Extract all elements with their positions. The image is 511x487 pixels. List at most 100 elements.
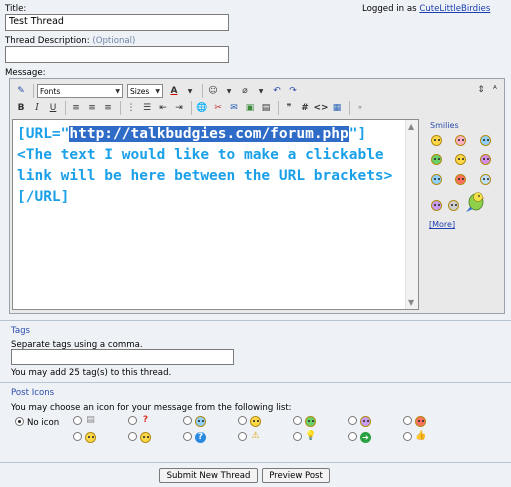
post-icon-radio[interactable] [403, 416, 412, 425]
smiley-smile-icon[interactable] [480, 135, 491, 146]
toolbar-divider [349, 101, 350, 115]
align-right-icon[interactable]: ≡ [101, 101, 115, 115]
italic-button[interactable]: I [30, 101, 44, 115]
title-input[interactable]: Test Thread [5, 14, 229, 31]
smiley-wink-icon[interactable] [455, 135, 466, 146]
underline-button[interactable]: U [46, 101, 60, 115]
divider [0, 382, 511, 383]
scroll-down-icon[interactable]: ▼ [408, 298, 414, 307]
chevron-down-icon[interactable]: ▼ [254, 84, 268, 98]
php-icon[interactable]: ▦ [330, 101, 344, 115]
post-icon-radio[interactable] [238, 416, 247, 425]
undo-icon[interactable]: ↶ [270, 84, 284, 98]
indent-icon[interactable]: ⇥ [172, 101, 186, 115]
outdent-icon[interactable]: ⇤ [156, 101, 170, 115]
redo-icon[interactable]: ↷ [286, 84, 300, 98]
toolbar-row-2: B I U ≡ ≡ ≡ ⋮ ☰ ⇤ ⇥ 🌐 ✂ ✉ ▣ ▤ ❞ # <> ▦ ∘ [14, 101, 369, 115]
tags-input[interactable] [11, 349, 234, 365]
post-icon-radio[interactable] [348, 416, 357, 425]
insert-link-icon[interactable]: 🌐 [195, 101, 209, 115]
budgie-smiley-icon[interactable] [464, 191, 492, 213]
smile-icon [195, 416, 206, 427]
smiley-mad-icon[interactable] [455, 174, 466, 185]
chevron-down-icon: ▼ [155, 87, 160, 95]
remove-formatting-icon[interactable]: ᴬ [488, 83, 502, 97]
smiley-eek-icon[interactable] [431, 200, 442, 211]
html-icon[interactable]: <> [313, 101, 328, 115]
align-center-icon[interactable]: ≡ [85, 101, 99, 115]
insert-email-icon[interactable]: ✉ [227, 101, 241, 115]
arrow-right-icon: ➔ [360, 432, 371, 443]
warning-icon: ⚠ [251, 431, 260, 441]
post-icon-radio[interactable] [128, 416, 137, 425]
post-icon-radio[interactable] [348, 432, 357, 441]
align-left-icon[interactable]: ≡ [69, 101, 83, 115]
smiley-grin-icon[interactable] [431, 154, 442, 165]
post-icon-radio[interactable] [238, 432, 247, 441]
no-icon-label: No icon [27, 418, 60, 428]
no-icon-radio[interactable] [15, 417, 24, 426]
font-select[interactable]: Fonts ▼ [37, 84, 123, 98]
post-icon-radio[interactable] [403, 432, 412, 441]
toolbar-divider [278, 101, 279, 115]
happy-icon [250, 416, 261, 427]
textarea-scrollbar[interactable]: ▲ ▼ [405, 120, 418, 309]
post-icons-instruction: You may choose an icon for your message … [11, 403, 292, 413]
post-icon-radio[interactable] [73, 416, 82, 425]
description-optional: (Optional) [92, 36, 136, 46]
tags-note: You may add 25 tag(s) to this thread. [11, 368, 172, 378]
smiley-sleep-icon[interactable] [480, 174, 491, 185]
smiley-confused-icon[interactable] [431, 174, 442, 185]
help-icon: ? [195, 432, 206, 443]
document-icon: ▤ [86, 415, 95, 425]
smiley-happy-icon[interactable] [431, 135, 442, 146]
smiley-icon[interactable]: ☺ [206, 84, 220, 98]
message-textarea[interactable]: [URL="http://talkbudgies.com/forum.php"]… [12, 119, 419, 310]
grin-icon [305, 416, 316, 427]
unordered-list-icon[interactable]: ☰ [140, 101, 154, 115]
post-icon-radio[interactable] [128, 432, 137, 441]
remove-link-icon[interactable]: ✂ [211, 101, 225, 115]
smiley-tongue-icon[interactable] [480, 154, 491, 165]
mad-icon [415, 416, 426, 427]
divider [0, 320, 511, 321]
post-icon-radio[interactable] [73, 432, 82, 441]
lightbulb-icon: 💡 [305, 431, 317, 441]
size-select[interactable]: Sizes ▼ [127, 84, 163, 98]
toolbar-more-icon[interactable]: ∘ [353, 101, 367, 115]
post-icon-radio[interactable] [183, 432, 192, 441]
message-text-start: [URL=" [17, 126, 70, 142]
switch-mode-icon[interactable]: ✎ [14, 84, 28, 98]
scroll-up-icon[interactable]: ▲ [408, 122, 414, 131]
question-bubble-icon: ? [142, 415, 149, 425]
smiley-surprised-icon[interactable] [448, 200, 459, 211]
chevron-down-icon[interactable]: ▼ [183, 84, 197, 98]
toolbar-divider [202, 84, 203, 98]
insert-image-icon[interactable]: ▣ [243, 101, 257, 115]
toolbar-divider [191, 101, 192, 115]
insert-video-icon[interactable]: ▤ [259, 101, 273, 115]
bold-button[interactable]: B [14, 101, 28, 115]
toolbar-divider [65, 101, 66, 115]
font-color-button[interactable]: A [167, 84, 181, 98]
attachment-icon[interactable]: ⌀ [238, 84, 252, 98]
ordered-list-icon[interactable]: ⋮ [124, 101, 138, 115]
title-label: Title: [5, 4, 27, 14]
quote-icon[interactable]: ❞ [282, 101, 296, 115]
code-icon[interactable]: # [298, 101, 312, 115]
post-icon-radio[interactable] [293, 432, 302, 441]
resize-editor-icon[interactable]: ⇕ [474, 83, 488, 97]
chevron-down-icon[interactable]: ▼ [222, 84, 236, 98]
post-icon-radio[interactable] [183, 416, 192, 425]
more-smilies-link[interactable]: [More] [429, 220, 455, 229]
thumbs-up-icon: 👍 [415, 431, 427, 441]
username-link[interactable]: CuteLittleBirdies [419, 4, 490, 14]
smilies-title: Smilies [430, 121, 459, 130]
description-input[interactable] [5, 46, 229, 63]
smilies-panel: Smilies [More] [426, 119, 502, 310]
submit-new-thread-button[interactable]: Submit New Thread [159, 468, 258, 483]
divider [0, 462, 511, 463]
preview-post-button[interactable]: Preview Post [262, 468, 330, 483]
smiley-cool-icon[interactable] [455, 154, 466, 165]
post-icon-radio[interactable] [293, 416, 302, 425]
